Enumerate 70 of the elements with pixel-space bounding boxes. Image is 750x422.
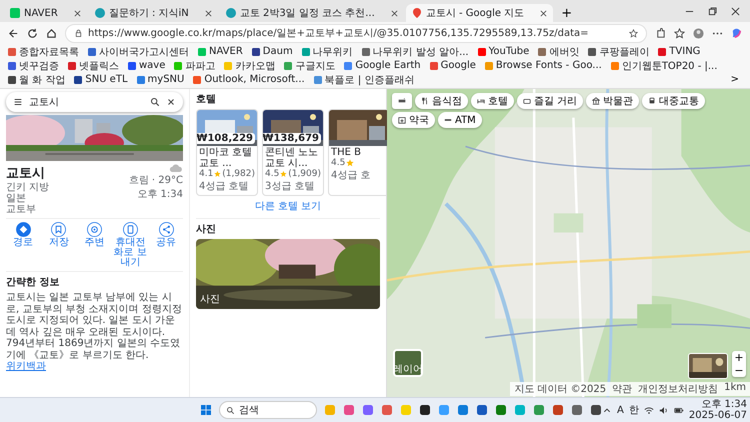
hotel-class: 4성급 호: [330, 169, 372, 183]
new-tab-button[interactable]: +: [555, 4, 578, 22]
bookmark[interactable]: Outlook, Microsoft...: [193, 73, 305, 86]
review-count: (1,909): [288, 169, 321, 179]
bookmark[interactable]: TVING: [658, 45, 700, 58]
action-button[interactable]: 공유: [149, 222, 183, 268]
bookmark[interactable]: 카카오맵: [224, 59, 276, 72]
bookmark[interactable]: 나무위키 발성 알아...: [362, 45, 469, 58]
browser-tab[interactable]: 교토 2박3일 일정 코스 추천...: [220, 4, 404, 22]
bookmark[interactable]: 구글지도: [284, 59, 336, 72]
bookmark[interactable]: 나무위키: [302, 45, 353, 58]
section-heading: 사진: [196, 218, 380, 236]
hotel-name: 미마코 호텔 교토 ...: [198, 146, 254, 169]
bookmark[interactable]: 파파고: [174, 59, 216, 72]
description-text: 교토시는 일본 교토부 남부에 있는 시로, 교토부의 부청 소재지이며 정령지정도시로 지정되어 있다. 일본 도시 가운데 역사 깊은 매우 오래된 도시이다. 794년부터 1869년까지 일본의 수도였기에 《교토》로 부르기도 한다. 위키백과: [6, 292, 183, 372]
taskbar-search-field[interactable]: 검색: [219, 401, 317, 419]
section-heading: 호텔: [196, 93, 217, 106]
address-field[interactable]: https://www.google.co.kr/maps/place/일본+교토부+교토시/@35.0107756,135.7295589,13.75z/data=: [65, 24, 647, 42]
action-button[interactable]: 주변: [78, 222, 112, 268]
bookmark[interactable]: 인기웹툰TOP20 - |...: [610, 59, 718, 72]
action-button[interactable]: 휴대전화로 보내기: [113, 222, 148, 268]
bookmark[interactable]: SNU eTL: [74, 73, 128, 86]
hotel-card[interactable]: ₩108,229 미마코 호텔 교토 ... 4.1 (1,982) 4성급 호텔: [196, 109, 258, 196]
action-button[interactable]: 경로: [6, 222, 40, 268]
bookmark[interactable]: 에버잇: [538, 45, 580, 58]
bookmark[interactable]: YouTube: [478, 45, 530, 58]
more-bookmarks-button[interactable]: >: [728, 73, 742, 86]
price-tag: ₩138,679: [263, 133, 321, 144]
price-tag: ₩108,229: [197, 133, 255, 144]
search-field[interactable]: 교토시: [6, 92, 183, 112]
rating-value: 4.5: [331, 158, 346, 168]
section-heading: 간략한 정보: [6, 276, 60, 289]
place-detail: 교토부: [6, 204, 37, 215]
bookmark[interactable]: 넷꾸검증: [8, 59, 59, 72]
hotel-class: 4성급 호텔: [198, 180, 250, 194]
hotel-name: 콘티넨 노노 교토 시...: [264, 146, 320, 169]
bookmark[interactable]: NAVER: [198, 45, 243, 58]
photo-label: 사진: [200, 293, 220, 306]
place-title: 교토시: [6, 165, 46, 182]
input-indicator[interactable]: 한: [628, 403, 639, 417]
weather-text: 흐림 · 29°C: [128, 174, 183, 187]
rating-value: 4.1: [199, 169, 214, 179]
bookmark[interactable]: 사이버국가고시센터: [88, 45, 189, 58]
bookmark[interactable]: 쿠팡플레이: [588, 45, 650, 58]
local-time: 오후 1:34: [137, 188, 183, 201]
browser-tab[interactable]: NAVER: [4, 4, 87, 22]
review-count: (1,982): [222, 169, 255, 179]
place-detail: 일본: [6, 193, 27, 204]
bookmark[interactable]: 넷플릭스: [68, 59, 119, 72]
bookmark[interactable]: Google: [430, 59, 476, 72]
bookmark[interactable]: mySNU: [136, 73, 184, 86]
hotel-class: 3성급 호텔: [264, 180, 316, 194]
hotel-card[interactable]: ₩138,679 콘티넨 노노 교토 시... 4.5 (1,909) 3성급 호텔: [262, 109, 324, 196]
hotel-name: THE B: [330, 146, 362, 158]
input-indicator[interactable]: A: [617, 404, 624, 416]
bookmark[interactable]: 북플로 | 인증플래쉬: [314, 73, 414, 86]
source-link[interactable]: 위키백과: [6, 361, 46, 372]
rating-value: 4.5: [265, 169, 280, 179]
browser-tab[interactable]: 질문하기 : 지식iN: [88, 4, 218, 22]
bookmark[interactable]: 월 화 작업: [8, 73, 66, 86]
bookmark[interactable]: Browse Fonts - Goo...: [484, 59, 602, 72]
bookmark[interactable]: 종합자료목록: [8, 45, 79, 58]
bookmark[interactable]: Google Earth: [344, 59, 421, 72]
bookmark[interactable]: Daum: [252, 45, 293, 58]
action-button[interactable]: 저장: [42, 222, 76, 268]
bookmark[interactable]: wave: [128, 59, 166, 72]
more-hotels-link[interactable]: 다른 호텔 보기: [254, 199, 322, 213]
clock[interactable]: 오후 1:34 2025-06-07: [688, 399, 747, 421]
place-detail: 긴키 지방: [6, 182, 50, 193]
browser-tab[interactable]: 교토시 - Google 지도: [406, 4, 554, 22]
